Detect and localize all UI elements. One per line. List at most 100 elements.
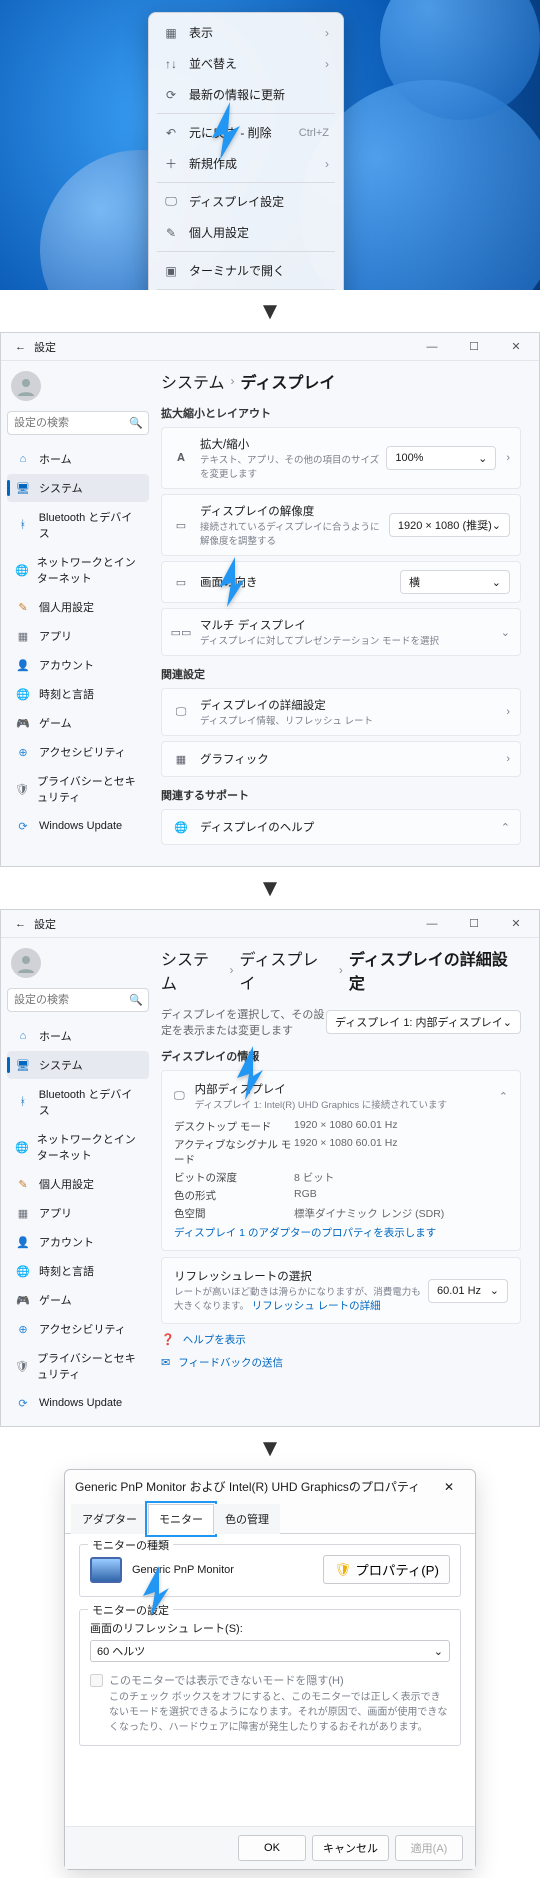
apps-icon: ▦ — [15, 628, 31, 644]
apply-button[interactable]: 適用(A) — [395, 1835, 463, 1861]
row-resolution[interactable]: ▭ ディスプレイの解像度接続されているディスプレイに合うように解像度を調整する … — [161, 494, 521, 556]
close-button[interactable]: ✕ — [499, 336, 533, 358]
cancel-button[interactable]: キャンセル — [312, 1835, 389, 1861]
shield-icon: 🛡 — [15, 781, 29, 797]
step-arrow-icon: ▼ — [0, 1435, 540, 1463]
tab-color-mgmt[interactable]: 色の管理 — [214, 1504, 280, 1534]
row-multi-display[interactable]: ▭▭ マルチ ディスプレイディスプレイに対してプレゼンテーション モードを選択 … — [161, 608, 521, 656]
nav-time-lang[interactable]: 🌐時刻と言語 — [7, 1257, 149, 1285]
nav-privacy[interactable]: 🛡プライバシーとセキュリティ — [7, 767, 149, 811]
ctx-sort[interactable]: ↑↓並べ替え› — [153, 48, 339, 79]
system-icon: 🖥 — [15, 480, 31, 496]
hide-modes-checkbox[interactable] — [90, 1674, 103, 1687]
ctx-undo[interactable]: ↶元に戻す - 削除Ctrl+Z — [153, 117, 339, 148]
search-icon: 🔍 — [129, 417, 143, 430]
chevron-down-icon: ⌄ — [434, 1645, 443, 1658]
nav-apps[interactable]: ▦アプリ — [7, 622, 149, 650]
gamepad-icon: 🎮 — [15, 1292, 31, 1308]
close-button[interactable]: ✕ — [499, 913, 533, 935]
refresh-details-link[interactable]: リフレッシュ レートの詳細 — [252, 1300, 381, 1312]
ctx-display-settings[interactable]: 🖵ディスプレイ設定 — [153, 186, 339, 217]
orientation-select[interactable]: 横⌄ — [400, 570, 510, 594]
scale-select[interactable]: 100%⌄ — [386, 446, 496, 470]
nav-home[interactable]: ⌂ホーム — [7, 1022, 149, 1050]
adapter-properties-link[interactable]: ディスプレイ 1 のアダプターのプロパティを表示します — [174, 1225, 508, 1240]
ctx-personalize[interactable]: ✎個人用設定 — [153, 217, 339, 248]
accessibility-icon: ⊕ — [15, 744, 31, 760]
nav-apps[interactable]: ▦アプリ — [7, 1199, 149, 1227]
nav-time-lang[interactable]: 🌐時刻と言語 — [7, 680, 149, 708]
desktop-wallpaper: ▦表示› ↑↓並べ替え› ⟳最新の情報に更新 ↶元に戻す - 削除Ctrl+Z … — [0, 0, 540, 290]
properties-button[interactable]: 🛡プロパティ(P) — [323, 1555, 450, 1584]
multi-display-icon: ▭▭ — [172, 623, 190, 641]
row-display-help[interactable]: 🌐 ディスプレイのヘルプ ⌃ — [161, 809, 521, 845]
user-avatar[interactable] — [11, 371, 41, 401]
ok-button[interactable]: OK — [238, 1835, 306, 1861]
nav-system[interactable]: 🖥システム — [7, 1051, 149, 1079]
minimize-button[interactable]: — — [415, 336, 449, 358]
chevron-down-icon: ⌄ — [492, 519, 501, 532]
user-avatar[interactable] — [11, 948, 41, 978]
tab-adapter[interactable]: アダプター — [71, 1504, 148, 1534]
section-display-info: ディスプレイの情報 — [161, 1048, 521, 1064]
row-orientation[interactable]: ▭ 画面の向き 横⌄ — [161, 561, 521, 603]
nav-accessibility[interactable]: ⊕アクセシビリティ — [7, 738, 149, 766]
chevron-up-icon[interactable]: ⌃ — [499, 1090, 508, 1103]
nav-account[interactable]: 👤アカウント — [7, 651, 149, 679]
nav-network[interactable]: 🌐ネットワークとインターネット — [7, 1125, 149, 1169]
nav-accessibility[interactable]: ⊕アクセシビリティ — [7, 1315, 149, 1343]
settings-window-adv-display: ← 設定 — ☐ ✕ 🔍 ⌂ホーム 🖥システム ᚼBluetooth とデバイス… — [0, 909, 540, 1427]
resolution-select[interactable]: 1920 × 1080 (推奨)⌄ — [389, 513, 510, 537]
refresh-rate-combo[interactable]: 60 ヘルツ⌄ — [90, 1640, 450, 1662]
search-input[interactable] — [7, 411, 149, 435]
chevron-down-icon: ⌄ — [492, 576, 501, 589]
ctx-refresh[interactable]: ⟳最新の情報に更新 — [153, 79, 339, 110]
chevron-right-icon: › — [506, 706, 510, 718]
row-scale[interactable]: 𝐀 拡大/縮小テキスト、アプリ、その他の項目のサイズを変更します 100%⌄ › — [161, 427, 521, 489]
back-button[interactable]: ← — [7, 341, 34, 353]
nav-gaming[interactable]: 🎮ゲーム — [7, 1286, 149, 1314]
nav-update[interactable]: ⟳Windows Update — [7, 1389, 149, 1417]
help-icon: ❓ — [161, 1333, 175, 1346]
nav-gaming[interactable]: 🎮ゲーム — [7, 709, 149, 737]
crumb-display[interactable]: ディスプレイ — [240, 946, 333, 994]
sidebar: 🔍 ⌂ホーム 🖥システム ᚼBluetooth とデバイス 🌐ネットワークとイン… — [1, 938, 153, 1426]
display-selector[interactable]: ディスプレイ 1: 内部ディスプレイ⌄ — [326, 1010, 521, 1034]
feedback-link[interactable]: フィードバックの送信 — [178, 1355, 283, 1370]
nav-network[interactable]: 🌐ネットワークとインターネット — [7, 548, 149, 592]
nav-personalize[interactable]: ✎個人用設定 — [7, 1170, 149, 1198]
refresh-rate-select[interactable]: 60.01 Hz⌄ — [428, 1279, 508, 1303]
titlebar: ← 設定 — ☐ ✕ — [1, 333, 539, 361]
tab-monitor[interactable]: モニター — [148, 1504, 214, 1534]
row-graphics[interactable]: ▦ グラフィック › — [161, 741, 521, 777]
maximize-button[interactable]: ☐ — [457, 336, 491, 358]
crumb-system[interactable]: システム — [161, 946, 224, 994]
help-link[interactable]: ヘルプを表示 — [183, 1332, 246, 1347]
titlebar: ← 設定 — ☐ ✕ — [1, 910, 539, 938]
maximize-button[interactable]: ☐ — [457, 913, 491, 935]
nav-bluetooth[interactable]: ᚼBluetooth とデバイス — [7, 503, 149, 547]
ctx-terminal[interactable]: ▣ターミナルで開く — [153, 255, 339, 286]
crumb-system[interactable]: システム — [161, 369, 225, 393]
nav-bluetooth[interactable]: ᚼBluetooth とデバイス — [7, 1080, 149, 1124]
ctx-view[interactable]: ▦表示› — [153, 17, 339, 48]
ctx-new[interactable]: ＋新規作成› — [153, 148, 339, 179]
chevron-down-icon: ⌄ — [503, 1016, 512, 1029]
minimize-button[interactable]: — — [415, 913, 449, 935]
nav-home[interactable]: ⌂ホーム — [7, 445, 149, 473]
text-size-icon: 𝐀 — [172, 449, 190, 467]
refresh-rate-label: 画面のリフレッシュ レート(S): — [90, 1620, 450, 1636]
nav-system[interactable]: 🖥システム — [7, 474, 149, 502]
breadcrumb: システム › ディスプレイ — [161, 369, 521, 393]
display-info-card: 🖵 内部ディスプレイ ディスプレイ 1: Intel(R) UHD Graphi… — [161, 1070, 521, 1251]
nav-update[interactable]: ⟳Windows Update — [7, 812, 149, 840]
row-advanced-display[interactable]: 🖵 ディスプレイの詳細設定ディスプレイ情報、リフレッシュ レート › — [161, 688, 521, 736]
apps-icon: ▦ — [15, 1205, 31, 1221]
back-button[interactable]: ← — [7, 918, 34, 930]
nav-privacy[interactable]: 🛡プライバシーとセキュリティ — [7, 1344, 149, 1388]
nav-account[interactable]: 👤アカウント — [7, 1228, 149, 1256]
close-button[interactable]: ✕ — [433, 1480, 465, 1494]
nav-personalize[interactable]: ✎個人用設定 — [7, 593, 149, 621]
search-input[interactable] — [7, 988, 149, 1012]
monitor-icon: 🖵 — [163, 194, 179, 210]
